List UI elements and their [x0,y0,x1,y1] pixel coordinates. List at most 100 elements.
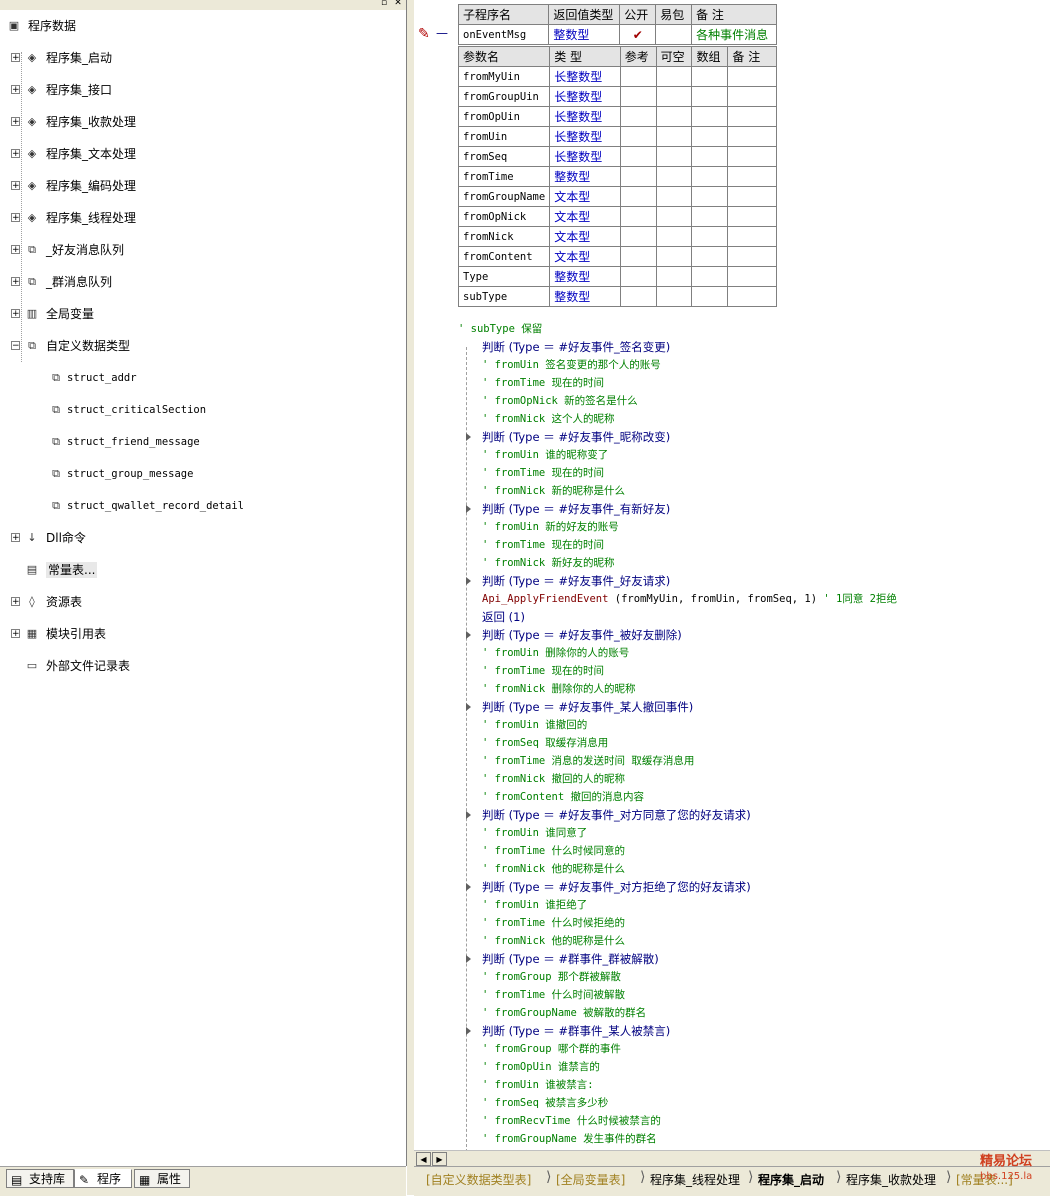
param-type-cell[interactable]: 整数型 [549,286,621,307]
tree-item[interactable]: ▭ 外部文件记录表 [6,658,402,674]
param-remark-cell[interactable] [727,166,777,187]
param-nullable-cell[interactable] [655,186,693,207]
expand-icon[interactable]: + [11,53,20,63]
public-check-icon[interactable]: ✔ [619,24,657,45]
param-name-cell[interactable]: subType [457,286,551,307]
param-remark-cell[interactable] [727,146,777,167]
parameter-row[interactable]: fromNick 文本型 [457,226,777,247]
branch-arrow-icon[interactable] [466,1027,471,1035]
tree-item[interactable]: + ◈ 程序集_启动 [6,50,402,66]
param-nullable-cell[interactable] [655,266,693,287]
tab-program[interactable]: ✎ 程序 [74,1169,132,1188]
param-nullable-cell[interactable] [655,86,693,107]
close-icon[interactable]: ✕ [392,0,404,9]
tree-item[interactable]: − ⧉ 自定义数据类型 [6,338,402,354]
expand-icon[interactable]: + [11,629,20,639]
tree-item[interactable]: ▤ 常量表... [6,562,402,578]
expand-icon[interactable]: + [11,309,20,319]
parameter-row[interactable]: fromSeq 长整数型 [457,146,777,167]
tree-struct-item[interactable]: ⧉ struct_group_message [6,466,402,482]
param-type-cell[interactable]: 整数型 [549,166,621,187]
branch-arrow-icon[interactable] [466,703,471,711]
param-array-cell[interactable] [691,226,729,247]
param-reference-cell[interactable] [619,166,657,187]
param-name-cell[interactable]: fromTime [457,166,551,187]
expand-icon[interactable]: + [11,597,20,607]
branch-arrow-icon[interactable] [466,505,471,513]
tab-support-library[interactable]: ▤ 支持库 [6,1169,74,1188]
param-nullable-cell[interactable] [655,246,693,267]
expand-icon[interactable]: + [11,245,20,255]
param-type-cell[interactable]: 长整数型 [549,66,621,87]
document-tab[interactable]: [自定义数据类型表] [426,1170,531,1190]
collapse-icon[interactable]: − [11,341,20,351]
tree-item[interactable]: + ▥ 全局变量 [6,306,402,322]
param-array-cell[interactable] [691,186,729,207]
param-reference-cell[interactable] [619,206,657,227]
tree-struct-item[interactable]: ⧉ struct_qwallet_record_detail [6,498,402,514]
parameter-row[interactable]: Type 整数型 [457,266,777,287]
param-reference-cell[interactable] [619,286,657,307]
branch-arrow-icon[interactable] [466,955,471,963]
expand-icon[interactable]: + [11,85,20,95]
tree-item[interactable]: + ◈ 程序集_线程处理 [6,210,402,226]
subroutine-row[interactable]: onEventMsg 整数型 ✔ 各种事件消息 [457,24,777,45]
param-name-cell[interactable]: fromGroupName [457,186,551,207]
expand-icon[interactable]: + [11,533,20,543]
param-reference-cell[interactable] [619,86,657,107]
param-nullable-cell[interactable] [655,286,693,307]
param-name-cell[interactable]: fromOpNick [457,206,551,227]
param-type-cell[interactable]: 长整数型 [549,106,621,127]
document-tab[interactable]: 程序集_线程处理 [650,1170,740,1190]
expand-icon[interactable]: + [11,117,20,127]
param-type-cell[interactable]: 文本型 [549,186,621,207]
tree-struct-item[interactable]: ⧉ struct_criticalSection [6,402,402,418]
param-name-cell[interactable]: fromSeq [457,146,551,167]
param-nullable-cell[interactable] [655,146,693,167]
return-type-cell[interactable]: 整数型 [548,24,621,45]
branch-arrow-icon[interactable] [466,631,471,639]
horizontal-scrollbar[interactable]: ◀ ▶ [414,1150,1050,1167]
param-array-cell[interactable] [691,206,729,227]
param-reference-cell[interactable] [619,226,657,247]
parameter-row[interactable]: fromGroupName 文本型 [457,186,777,207]
scroll-right-icon[interactable]: ▶ [432,1152,447,1166]
easy-pack-cell[interactable] [655,24,693,45]
param-type-cell[interactable]: 长整数型 [549,126,621,147]
param-type-cell[interactable]: 长整数型 [549,146,621,167]
param-reference-cell[interactable] [619,146,657,167]
tree-item[interactable]: + ◈ 程序集_收款处理 [6,114,402,130]
tree-struct-item[interactable]: ⧉ struct_addr [6,370,402,386]
param-nullable-cell[interactable] [655,126,693,147]
param-remark-cell[interactable] [727,126,777,147]
restore-icon[interactable]: ▫ [378,0,390,9]
expand-icon[interactable]: + [11,277,20,287]
panel-splitter[interactable] [407,0,414,1195]
param-nullable-cell[interactable] [655,166,693,187]
param-array-cell[interactable] [691,66,729,87]
parameter-row[interactable]: fromGroupUin 长整数型 [457,86,777,107]
tree-item[interactable]: + ◈ 程序集_接口 [6,82,402,98]
param-remark-cell[interactable] [727,86,777,107]
collapse-marker-icon[interactable]: — [436,26,448,40]
expand-icon[interactable]: + [11,181,20,191]
parameter-row[interactable]: fromOpNick 文本型 [457,206,777,227]
param-type-cell[interactable]: 文本型 [549,206,621,227]
document-tab[interactable]: [全局变量表] [556,1170,625,1190]
tree-item[interactable]: + ⧉ _好友消息队列 [6,242,402,258]
param-array-cell[interactable] [691,246,729,267]
tree-item[interactable]: + ⧉ _群消息队列 [6,274,402,290]
param-nullable-cell[interactable] [655,106,693,127]
parameter-row[interactable]: fromTime 整数型 [457,166,777,187]
parameter-row[interactable]: fromOpUin 长整数型 [457,106,777,127]
param-remark-cell[interactable] [727,226,777,247]
param-name-cell[interactable]: fromNick [457,226,551,247]
param-array-cell[interactable] [691,266,729,287]
param-remark-cell[interactable] [727,186,777,207]
param-array-cell[interactable] [691,86,729,107]
param-name-cell[interactable]: fromContent [457,246,551,267]
param-array-cell[interactable] [691,106,729,127]
param-type-cell[interactable]: 长整数型 [549,86,621,107]
param-reference-cell[interactable] [619,126,657,147]
param-name-cell[interactable]: fromMyUin [457,66,551,87]
